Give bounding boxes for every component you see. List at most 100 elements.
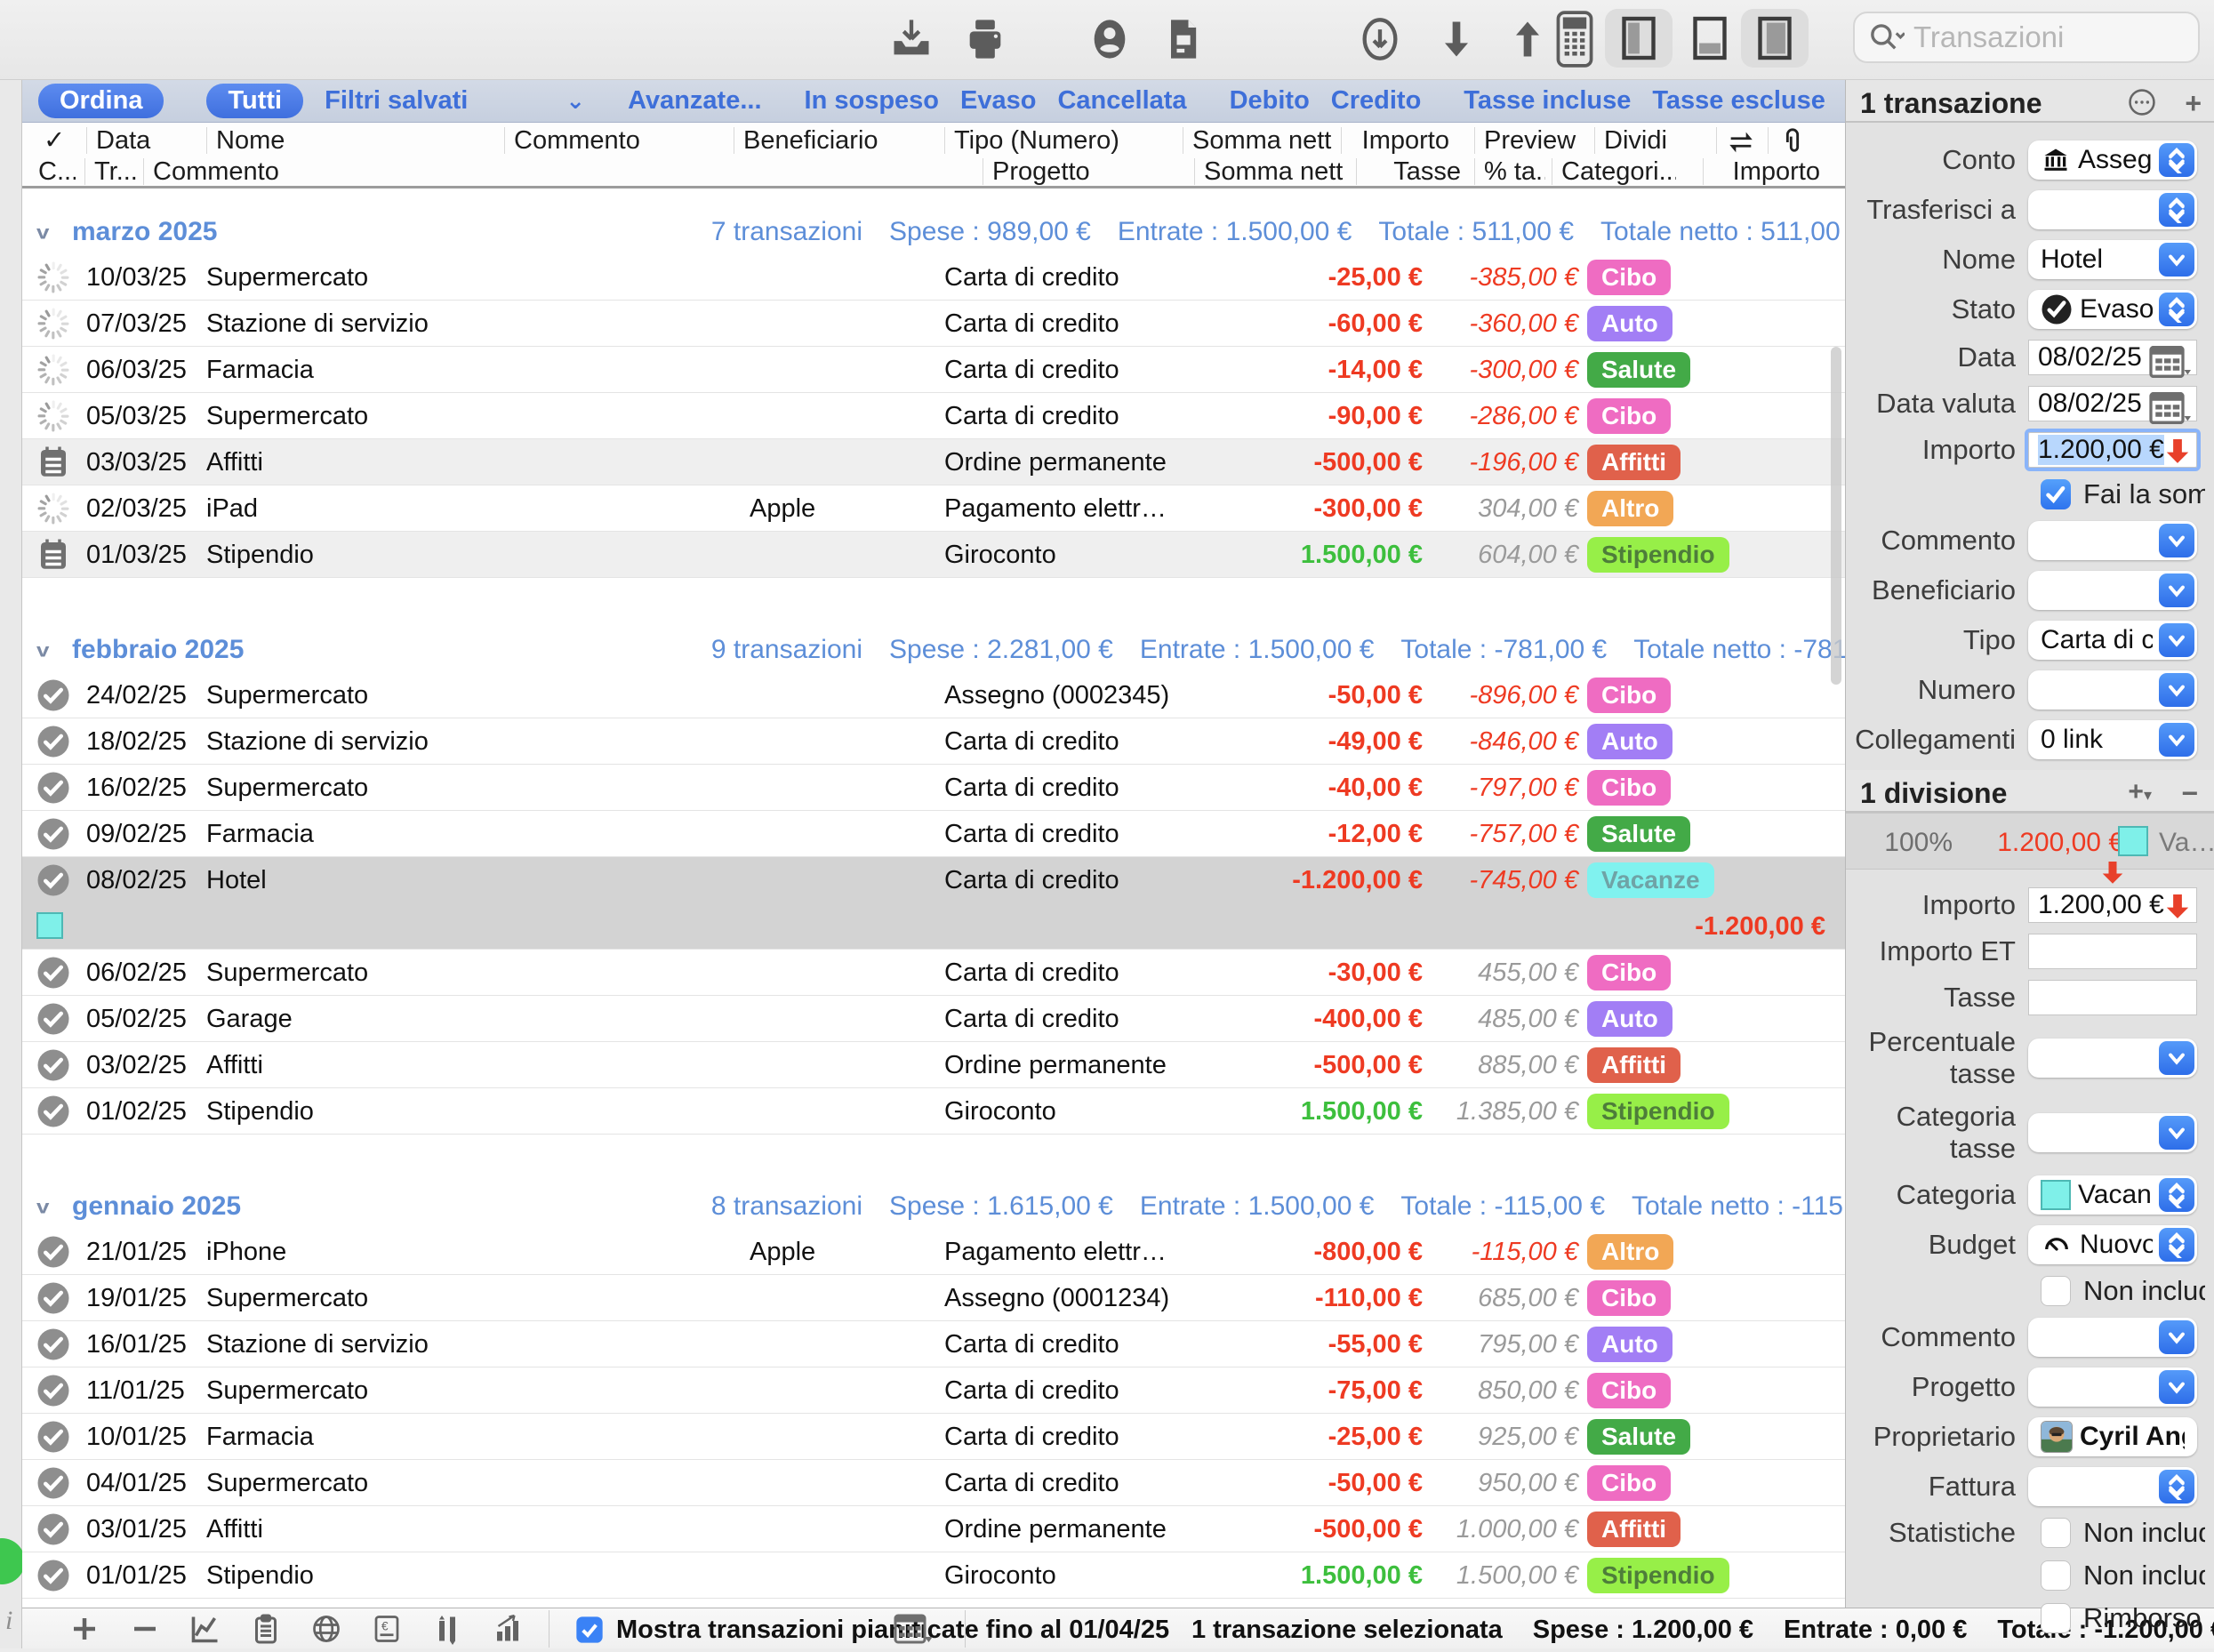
actions-menu-icon[interactable] — [2127, 87, 2157, 124]
col-subheader[interactable]: % ta... — [1474, 158, 1545, 185]
col-subheader[interactable]: Somma netta — [1194, 158, 1344, 185]
pill-input[interactable] — [2028, 1467, 2197, 1506]
dropdown-control[interactable] — [2159, 524, 2194, 557]
transaction-row[interactable]: 21/01/25 iPhone Apple Pagamento elettr… … — [22, 1229, 1845, 1275]
col-header[interactable]: ✓ — [35, 127, 77, 154]
remove-transaction-button[interactable] — [122, 1612, 168, 1646]
filter-advanced[interactable]: Avanzate... — [628, 86, 761, 116]
stepper-control[interactable] — [2159, 193, 2194, 227]
col-subheader[interactable]: C... — [29, 158, 76, 185]
pill-input[interactable] — [2028, 1318, 2197, 1357]
print-icon[interactable] — [959, 12, 1012, 66]
date-input[interactable]: 08/02/25 — [2028, 340, 2197, 375]
transaction-row[interactable]: 09/02/25 Farmacia Carta di credito -12,0… — [22, 811, 1845, 857]
amount-input[interactable] — [2028, 980, 2197, 1015]
euro-report-icon[interactable]: € — [364, 1612, 410, 1646]
transaction-row[interactable]: 07/03/25 Stazione di servizio Carta di c… — [22, 301, 1845, 347]
filter-debit[interactable]: Debito — [1230, 86, 1310, 116]
col-header[interactable]: Tipo (Numero) — [944, 127, 1174, 154]
pill-input[interactable] — [2028, 190, 2197, 229]
filter-cancelled[interactable]: Cancellata — [1057, 86, 1186, 116]
sort-button[interactable]: Ordina — [38, 84, 164, 118]
show-planned-checkbox[interactable] — [575, 1616, 604, 1644]
saved-filters-dropdown[interactable]: Filtri salvati ⌄ — [325, 86, 585, 116]
col-subheader[interactable]: Progetto — [983, 158, 1143, 185]
stepper-control[interactable] — [2159, 1470, 2194, 1504]
dropdown-control[interactable] — [2159, 243, 2194, 277]
dropdown-control[interactable] — [2159, 623, 2194, 657]
pill-input[interactable] — [2028, 1113, 2197, 1152]
calendar-icon[interactable] — [2148, 392, 2191, 424]
pill-input[interactable]: Nuovo b... — [2028, 1225, 2197, 1264]
pill-input[interactable]: Evaso — [2028, 290, 2197, 329]
import-circle-icon[interactable] — [1353, 12, 1407, 66]
globe-icon[interactable] — [303, 1612, 349, 1646]
paperclip-icon[interactable] — [1768, 127, 1810, 154]
pill-input[interactable]: Carta di cred... — [2028, 621, 2197, 660]
export-icon[interactable] — [885, 12, 938, 66]
date-input[interactable]: 08/02/25 — [2028, 386, 2197, 421]
add-division-icon[interactable]: +▾ — [2128, 777, 2152, 807]
compare-bars-icon[interactable] — [424, 1612, 470, 1646]
layout-left-icon[interactable] — [1605, 9, 1673, 68]
filter-tax-excluded[interactable]: Tasse escluse — [1652, 86, 1825, 116]
pill-input[interactable]: Vacanze — [2028, 1175, 2197, 1215]
contact-icon[interactable] — [1083, 12, 1136, 66]
planned-date-picker[interactable] — [894, 1613, 935, 1652]
transaction-row[interactable]: 03/01/25 Affitti Ordine permanente -500,… — [22, 1506, 1845, 1552]
dropdown-control[interactable] — [2159, 673, 2194, 707]
transaction-row[interactable]: 16/01/25 Stazione di servizio Carta di c… — [22, 1321, 1845, 1367]
layout-bottom-icon[interactable] — [1676, 9, 1744, 68]
col-subheader[interactable]: Commento — [143, 158, 410, 185]
report-icon[interactable] — [1156, 12, 1209, 66]
transaction-row[interactable]: 04/01/25 Supermercato Carta di credito -… — [22, 1460, 1845, 1506]
transaction-row[interactable]: 05/03/25 Supermercato Carta di credito -… — [22, 393, 1845, 439]
pill-input[interactable] — [2028, 1367, 2197, 1407]
checkbox[interactable] — [2041, 479, 2071, 509]
stepper-control[interactable] — [2159, 1178, 2194, 1212]
checkbox[interactable] — [2041, 1518, 2071, 1548]
add-transaction-button[interactable] — [61, 1612, 108, 1646]
pill-input[interactable] — [2028, 670, 2197, 710]
filter-pending[interactable]: In sospeso — [805, 86, 940, 116]
col-header[interactable]: Dividi — [1594, 127, 1683, 154]
checkbox[interactable] — [2041, 1603, 2071, 1633]
pill-input[interactable] — [2028, 571, 2197, 610]
filter-all-button[interactable]: Tutti — [206, 84, 303, 118]
col-subheader[interactable]: Categori... — [1552, 158, 1676, 185]
chart-icon[interactable] — [182, 1612, 229, 1646]
pill-input[interactable]: Assegno — [2028, 140, 2197, 180]
transaction-row[interactable]: 05/02/25 Garage Carta di credito -400,00… — [22, 996, 1845, 1042]
dropdown-control[interactable] — [2159, 723, 2194, 757]
col-header[interactable]: Somma netta — [1183, 127, 1332, 154]
division-summary-row[interactable]: 100% 1.200,00 € Va… — [1846, 813, 2214, 870]
filter-cleared[interactable]: Evaso — [960, 86, 1036, 116]
col-header[interactable]: Commento — [504, 127, 725, 154]
calculator-icon[interactable] — [1543, 7, 1607, 71]
transaction-row[interactable]: 03/02/25 Affitti Ordine permanente -500,… — [22, 1042, 1845, 1088]
transaction-row[interactable]: 24/02/25 Supermercato Assegno (0002345) … — [22, 672, 1845, 718]
checkbox[interactable] — [2041, 1560, 2071, 1591]
col-header[interactable]: Beneficiario — [734, 127, 936, 154]
stepper-control[interactable] — [2159, 293, 2194, 326]
stepper-control[interactable] — [2159, 1228, 2194, 1262]
col-subheader[interactable]: Tasse — [1356, 158, 1461, 185]
transaction-row[interactable]: 19/01/25 Supermercato Assegno (0001234) … — [22, 1275, 1845, 1321]
checkbox[interactable] — [2041, 1276, 2071, 1306]
info-icon[interactable]: i — [5, 1606, 12, 1636]
transaction-row[interactable]: 06/02/25 Supermercato Carta di credito -… — [22, 950, 1845, 996]
dropdown-control[interactable] — [2159, 1320, 2194, 1354]
disclosure-chevron-icon[interactable]: v — [36, 221, 49, 244]
filter-tax-included[interactable]: Tasse incluse — [1464, 86, 1631, 116]
disclosure-chevron-icon[interactable]: v — [36, 1196, 49, 1218]
transaction-row[interactable]: 10/03/25 Supermercato Carta di credito -… — [22, 254, 1845, 301]
dropdown-control[interactable] — [2159, 1116, 2194, 1150]
remove-division-icon[interactable]: − — [2181, 777, 2198, 810]
pill-input[interactable]: Hotel — [2028, 240, 2197, 279]
col-subheader[interactable]: Tr... — [84, 158, 136, 185]
amount-input[interactable]: 1.200,00 € — [2028, 887, 2197, 923]
dropdown-control[interactable] — [2159, 573, 2194, 607]
stepper-control[interactable] — [2159, 143, 2194, 177]
amount-input[interactable]: 1.200,00 € — [2028, 432, 2197, 468]
dropdown-control[interactable] — [2159, 1041, 2194, 1075]
